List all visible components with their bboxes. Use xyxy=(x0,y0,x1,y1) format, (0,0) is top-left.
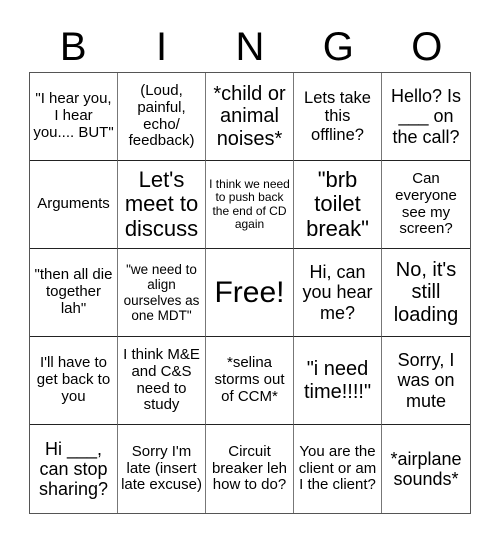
bingo-cell[interactable]: Arguments xyxy=(30,161,118,249)
bingo-cell[interactable]: Can everyone see my screen? xyxy=(382,161,470,249)
header-letter-b: B xyxy=(59,25,87,69)
header-letter-n: N xyxy=(235,25,265,69)
bingo-cell[interactable]: *airplane sounds* xyxy=(382,425,470,513)
bingo-cell[interactable]: *child or animal noises* xyxy=(206,73,294,161)
bingo-cell[interactable]: "we need to align ourselves as one MDT" xyxy=(118,249,206,337)
bingo-cell[interactable]: I think M&E and C&S need to study xyxy=(118,337,206,425)
bingo-header: B I N G O xyxy=(29,22,471,72)
bingo-cell[interactable]: (Loud, painful, echo/ feedback) xyxy=(118,73,206,161)
bingo-cell[interactable]: Sorry I'm late (insert late excuse) xyxy=(118,425,206,513)
bingo-cell[interactable]: No, it's still loading xyxy=(382,249,470,337)
bingo-cell[interactable]: "then all die together lah" xyxy=(30,249,118,337)
bingo-cell[interactable]: I think we need to push back the end of … xyxy=(206,161,294,249)
bingo-cell[interactable]: "I hear you, I hear you.... BUT" xyxy=(30,73,118,161)
bingo-cell[interactable]: Circuit breaker leh how to do? xyxy=(206,425,294,513)
free-space[interactable]: Free! xyxy=(206,249,294,337)
bingo-cell[interactable]: "brb toilet break" xyxy=(294,161,382,249)
bingo-cell[interactable]: Sorry, I was on mute xyxy=(382,337,470,425)
bingo-grid: "I hear you, I hear you.... BUT" (Loud, … xyxy=(29,72,471,514)
bingo-cell[interactable]: I'll have to get back to you xyxy=(30,337,118,425)
header-letter-g: G xyxy=(322,25,354,69)
bingo-cell[interactable]: Lets take this offline? xyxy=(294,73,382,161)
bingo-cell[interactable]: Hi, can you hear me? xyxy=(294,249,382,337)
bingo-cell[interactable]: *selina storms out of CCM* xyxy=(206,337,294,425)
bingo-cell[interactable]: Hello? Is ___ on the call? xyxy=(382,73,470,161)
bingo-cell[interactable]: "i need time!!!!" xyxy=(294,337,382,425)
bingo-cell[interactable]: Let's meet to discuss xyxy=(118,161,206,249)
bingo-cell[interactable]: Hi ___, can stop sharing? xyxy=(30,425,118,513)
header-letter-o: O xyxy=(411,25,443,69)
header-letter-i: I xyxy=(156,25,168,69)
bingo-cell[interactable]: You are the client or am I the client? xyxy=(294,425,382,513)
